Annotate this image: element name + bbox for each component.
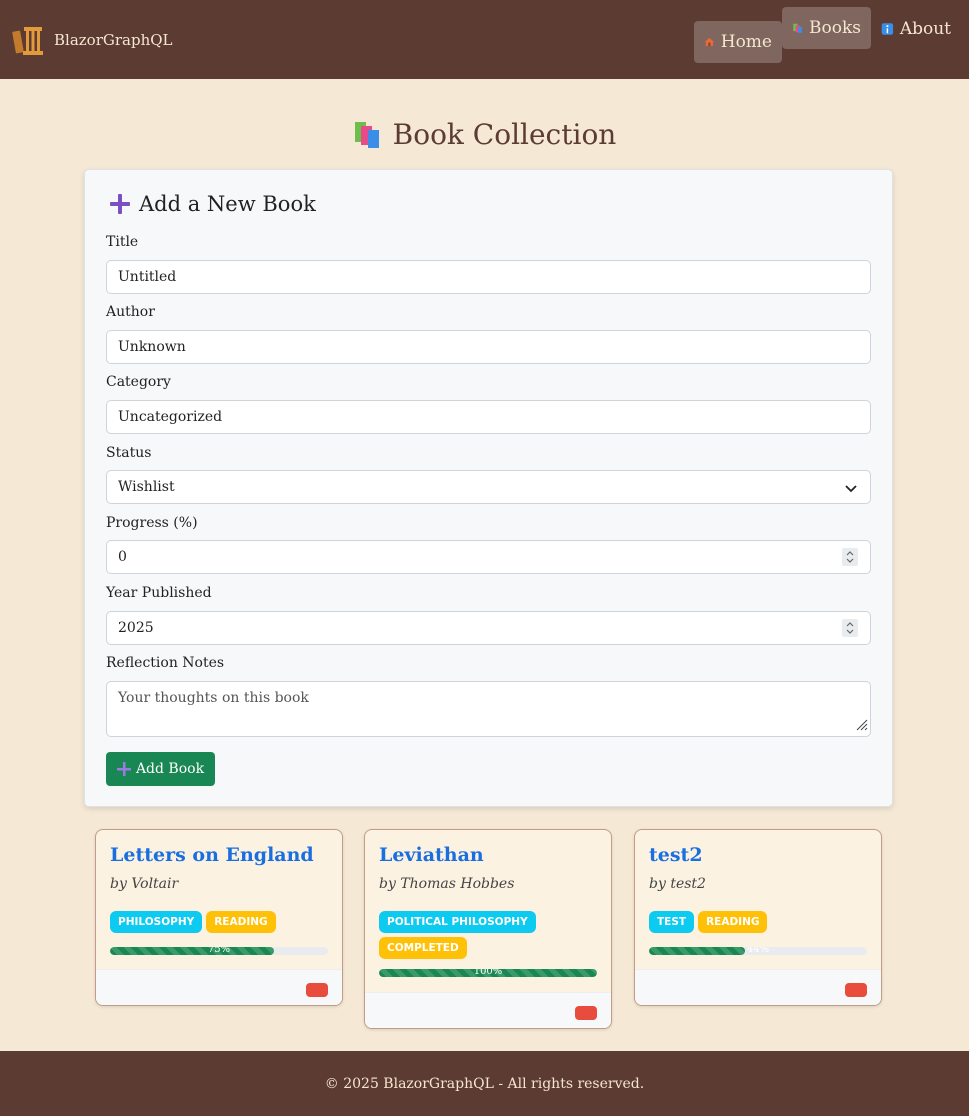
book-card-footer bbox=[365, 992, 611, 1028]
notes-label: Reflection Notes bbox=[106, 655, 225, 671]
plus-icon bbox=[116, 762, 131, 776]
page-title-text: Book Collection bbox=[392, 118, 617, 151]
book-tags: PHILOSOPHY READING bbox=[110, 911, 335, 933]
category-badge: PHILOSOPHY bbox=[110, 911, 203, 933]
status-select[interactable]: Wishlist bbox=[106, 470, 871, 504]
status-badge: READING bbox=[698, 911, 768, 933]
books-icon bbox=[793, 23, 802, 33]
category-input[interactable] bbox=[106, 400, 871, 434]
status-badge: READING bbox=[206, 911, 276, 933]
add-book-heading: Add a New Book bbox=[109, 192, 316, 216]
status-label: Status bbox=[106, 445, 152, 461]
book-title-link[interactable]: test2 bbox=[649, 844, 703, 866]
nav-books[interactable]: Books bbox=[782, 7, 871, 49]
book-card-footer bbox=[635, 969, 881, 1005]
progress-input[interactable] bbox=[106, 540, 871, 574]
notes-textarea[interactable] bbox=[106, 681, 871, 737]
book-card: Leviathan by Thomas Hobbes POLITICAL PHI… bbox=[364, 829, 612, 1029]
delete-book-button[interactable] bbox=[575, 1006, 597, 1020]
house-icon bbox=[704, 37, 715, 47]
year-label: Year Published bbox=[106, 585, 212, 601]
book-card-footer bbox=[96, 969, 342, 1005]
delete-book-button[interactable] bbox=[306, 983, 328, 997]
top-navbar: BlazorGraphQL Home Books About bbox=[0, 0, 969, 79]
add-book-button[interactable]: Add Book bbox=[106, 752, 215, 786]
add-book-heading-text: Add a New Book bbox=[139, 192, 316, 216]
category-badge: TEST bbox=[649, 911, 695, 933]
book-card: test2 by test2 TEST READING 44% bbox=[634, 829, 882, 1006]
year-input[interactable] bbox=[106, 611, 871, 645]
book-author: by Thomas Hobbes bbox=[379, 876, 515, 892]
progress-bar-label: 100% bbox=[473, 969, 503, 977]
delete-book-button[interactable] bbox=[845, 983, 867, 997]
book-title-link[interactable]: Letters on England bbox=[110, 844, 314, 866]
page-footer: © 2025 BlazorGraphQL - All rights reserv… bbox=[0, 1051, 969, 1116]
brand-name: BlazorGraphQL bbox=[54, 31, 173, 49]
brand-link[interactable]: BlazorGraphQL bbox=[12, 22, 172, 58]
progress-bar-label: 75% bbox=[207, 947, 231, 955]
title-input[interactable] bbox=[106, 260, 871, 294]
nav-books-label: Books bbox=[809, 18, 861, 38]
nav-home[interactable]: Home bbox=[694, 21, 782, 63]
nav-about-label: About bbox=[899, 19, 951, 39]
book-card: Letters on England by Voltair PHILOSOPHY… bbox=[95, 829, 343, 1006]
add-book-button-label: Add Book bbox=[135, 761, 205, 777]
books-icon bbox=[354, 121, 379, 148]
book-tags: TEST READING bbox=[649, 911, 874, 933]
title-label: Title bbox=[106, 234, 139, 250]
progress-bar-label: 44% bbox=[746, 947, 770, 955]
book-author: by test2 bbox=[649, 876, 706, 892]
nav-about[interactable]: About bbox=[871, 8, 961, 50]
author-label: Author bbox=[106, 304, 155, 320]
info-icon bbox=[881, 23, 894, 35]
footer-text: © 2025 BlazorGraphQL - All rights reserv… bbox=[324, 1075, 645, 1092]
nav-home-label: Home bbox=[720, 32, 772, 52]
author-input[interactable] bbox=[106, 330, 871, 364]
status-badge: COMPLETED bbox=[379, 937, 467, 959]
progress-label: Progress (%) bbox=[106, 515, 198, 531]
category-label: Category bbox=[106, 374, 171, 390]
progress-bar: 100% bbox=[379, 969, 597, 977]
progress-bar: 44% bbox=[649, 947, 867, 955]
progress-bar: 75% bbox=[110, 947, 328, 955]
page-title: Book Collection bbox=[0, 118, 969, 151]
pillar-icon bbox=[12, 27, 43, 55]
plus-icon bbox=[110, 194, 130, 214]
book-title-link[interactable]: Leviathan bbox=[379, 844, 484, 866]
book-tags: POLITICAL PHILOSOPHY COMPLETED bbox=[379, 911, 604, 959]
category-badge: POLITICAL PHILOSOPHY bbox=[379, 911, 536, 933]
add-book-card: Add a New Book Title Author Category Sta… bbox=[84, 169, 893, 807]
book-author: by Voltair bbox=[110, 876, 179, 892]
